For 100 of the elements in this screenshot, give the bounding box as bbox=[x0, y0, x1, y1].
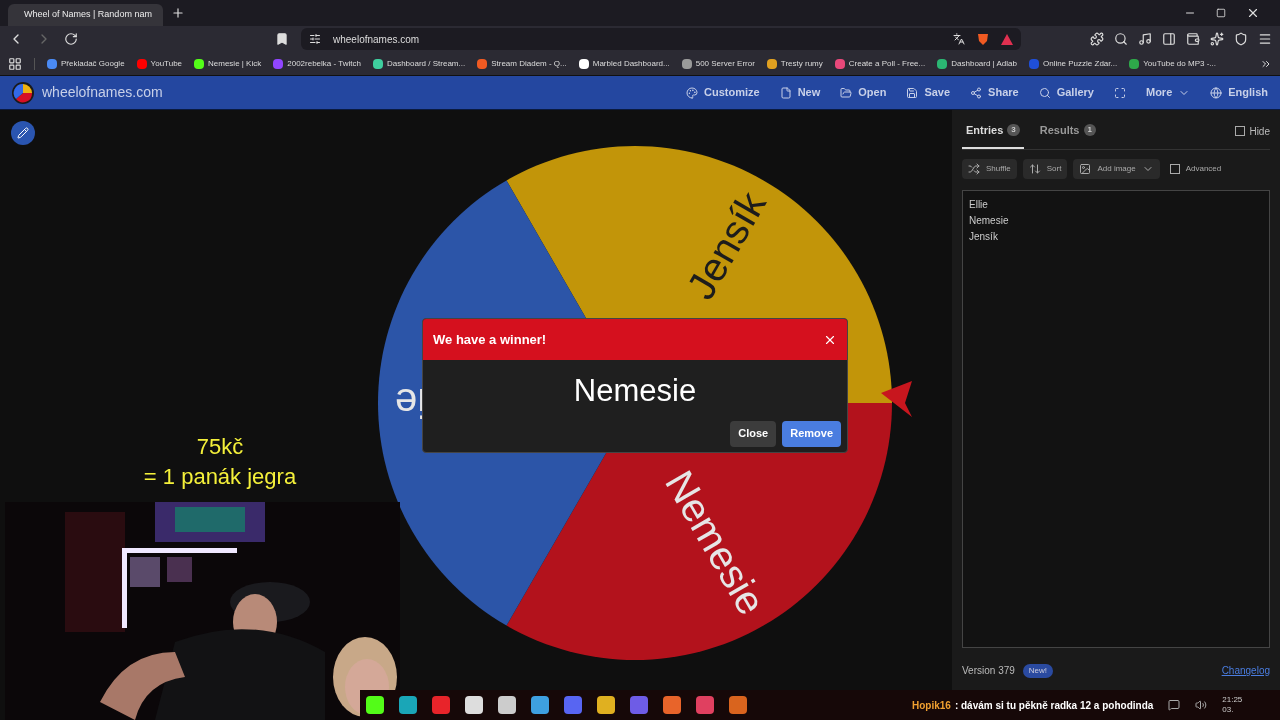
pointer-icon bbox=[881, 381, 912, 417]
search-icon bbox=[1114, 32, 1128, 46]
volume-icon bbox=[1195, 699, 1208, 711]
nav-button[interactable]: New bbox=[779, 84, 821, 101]
entry-text: Ellie bbox=[969, 197, 989, 212]
apps-icon bbox=[8, 56, 22, 71]
nav-button[interactable] bbox=[1114, 86, 1126, 99]
tool-button[interactable]: Sort bbox=[1022, 158, 1068, 179]
version-text: Version 379 bbox=[962, 664, 1015, 678]
entries-field[interactable]: Ellie Nemesie Jensík bbox=[962, 189, 1270, 648]
bookmark-item[interactable]: YouTube bbox=[136, 57, 183, 70]
app-icon[interactable] bbox=[366, 696, 384, 714]
app-icon[interactable] bbox=[597, 696, 615, 714]
save-icon bbox=[906, 86, 919, 99]
panel-tab[interactable]: Entries 3 bbox=[962, 122, 1024, 149]
logo-icon bbox=[12, 81, 34, 104]
bookmark-item[interactable]: Marbled Dashboard... bbox=[578, 57, 670, 70]
nav-button[interactable]: More bbox=[1146, 84, 1191, 101]
bookmark-label: Nemesie | Kick bbox=[208, 57, 262, 70]
shuffle-icon bbox=[968, 162, 980, 175]
entry-text: Nemesie bbox=[969, 213, 1010, 228]
dialog-title: We have a winner! bbox=[433, 330, 547, 349]
share-icon bbox=[970, 86, 983, 99]
app-icon[interactable] bbox=[498, 696, 516, 714]
new-tab-icon[interactable] bbox=[171, 6, 185, 20]
app-icon[interactable] bbox=[465, 696, 483, 714]
chat-icon bbox=[1168, 699, 1181, 711]
extensions-icon bbox=[1090, 32, 1104, 46]
bookmark-label: Online Puzzle Zdar... bbox=[1042, 57, 1118, 70]
app-icon[interactable] bbox=[432, 696, 450, 714]
overlay-text: 75kč bbox=[196, 433, 244, 461]
sort-icon bbox=[1028, 162, 1041, 175]
bookmark-item[interactable]: Dashboard | Adlab bbox=[937, 57, 1017, 70]
music-icon bbox=[1138, 32, 1152, 46]
bookmark-item[interactable]: Online Puzzle Zdar... bbox=[1028, 57, 1118, 70]
triangle-icon[interactable] bbox=[1001, 33, 1013, 45]
bookmark-item[interactable]: Create a Poll - Free... bbox=[834, 57, 926, 70]
app-icon[interactable] bbox=[564, 696, 582, 714]
bookmark-label: Stream Diadem - Q... bbox=[491, 57, 567, 70]
edit-button[interactable] bbox=[11, 121, 35, 145]
bookmark-label: 2002rebelka - Twitch bbox=[287, 57, 361, 70]
bookmark-label: 500 Server Error bbox=[695, 57, 755, 70]
bookmark-item[interactable]: 2002rebelka - Twitch bbox=[273, 57, 361, 70]
sidebar-icon bbox=[1162, 32, 1176, 46]
bookmark-label: YouTube bbox=[150, 57, 183, 70]
bookmark-label: YouTube do MP3 -... bbox=[1143, 57, 1216, 70]
count-badge: 3 bbox=[1007, 124, 1020, 137]
panel-tab[interactable]: Results 1 bbox=[1035, 122, 1100, 149]
hide-checkbox[interactable]: Hide bbox=[1235, 123, 1270, 147]
app-icon[interactable] bbox=[729, 696, 747, 714]
clock-time: 21:25 bbox=[1222, 695, 1243, 705]
globe-icon bbox=[1210, 86, 1223, 99]
image-icon bbox=[1079, 162, 1092, 175]
fullscreen-icon bbox=[1114, 86, 1126, 99]
count-badge: 1 bbox=[1083, 124, 1096, 137]
nav-button[interactable]: Save bbox=[906, 84, 951, 101]
browser-tab[interactable]: Wheel of Names | Random nam bbox=[8, 4, 163, 26]
app-icon[interactable] bbox=[630, 696, 648, 714]
tool-button[interactable]: Add image bbox=[1073, 158, 1160, 179]
bookmark-item[interactable]: Překladač Google bbox=[47, 57, 125, 70]
bookmark-icon[interactable] bbox=[275, 32, 289, 46]
overlay-text: = 1 panák jegra bbox=[143, 463, 297, 491]
bookmark-item[interactable]: Tresty rumy bbox=[766, 57, 823, 70]
site-settings-icon bbox=[309, 33, 321, 45]
winner-name: Nemesie bbox=[572, 372, 698, 410]
nav-button[interactable]: Customize bbox=[686, 84, 760, 101]
app-icon[interactable] bbox=[696, 696, 714, 714]
reload-icon bbox=[64, 32, 78, 46]
url-text: wheelofnames.com bbox=[333, 32, 420, 47]
advanced-checkbox[interactable]: Advanced bbox=[1169, 162, 1222, 175]
close-icon[interactable] bbox=[1246, 6, 1260, 20]
chat-user: Hopik16 bbox=[912, 698, 951, 713]
nav-button[interactable]: Share bbox=[970, 84, 1019, 101]
new-badge: New! bbox=[1022, 663, 1054, 678]
bookmark-label: Dashboard | Adlab bbox=[951, 57, 1017, 70]
app-icon[interactable] bbox=[399, 696, 417, 714]
file-icon bbox=[779, 86, 792, 99]
changelog-link[interactable]: Changelog bbox=[1221, 663, 1270, 678]
folder-icon bbox=[840, 86, 853, 99]
bookmark-label: Create a Poll - Free... bbox=[848, 57, 926, 70]
tab-title: Wheel of Names | Random nam bbox=[24, 8, 152, 22]
sparkles-icon bbox=[1210, 32, 1224, 46]
restore-icon[interactable] bbox=[1216, 8, 1226, 18]
wallet-icon bbox=[1186, 32, 1200, 46]
close-button[interactable]: Close bbox=[730, 420, 777, 447]
entry-text: Jensík bbox=[969, 229, 999, 244]
app-icon[interactable] bbox=[531, 696, 549, 714]
nav-button[interactable]: Gallery bbox=[1038, 84, 1094, 101]
address-bar[interactable]: wheelofnames.com bbox=[301, 28, 1021, 50]
bookmark-label: Marbled Dashboard... bbox=[592, 57, 670, 70]
nav-button[interactable]: English bbox=[1210, 84, 1268, 101]
bookmark-item[interactable]: Stream Diadem - Q... bbox=[477, 57, 567, 70]
bookmark-item[interactable]: 500 Server Error bbox=[681, 57, 755, 70]
bookmark-item[interactable]: Nemesie | Kick bbox=[194, 57, 262, 70]
app-icon[interactable] bbox=[663, 696, 681, 714]
remove-button[interactable]: Remove bbox=[782, 420, 841, 447]
bookmark-item[interactable]: YouTube do MP3 -... bbox=[1129, 57, 1216, 70]
tool-button[interactable]: Shuffle bbox=[962, 158, 1017, 179]
shield-icon[interactable] bbox=[977, 32, 989, 46]
nav-button[interactable]: Open bbox=[840, 84, 887, 101]
